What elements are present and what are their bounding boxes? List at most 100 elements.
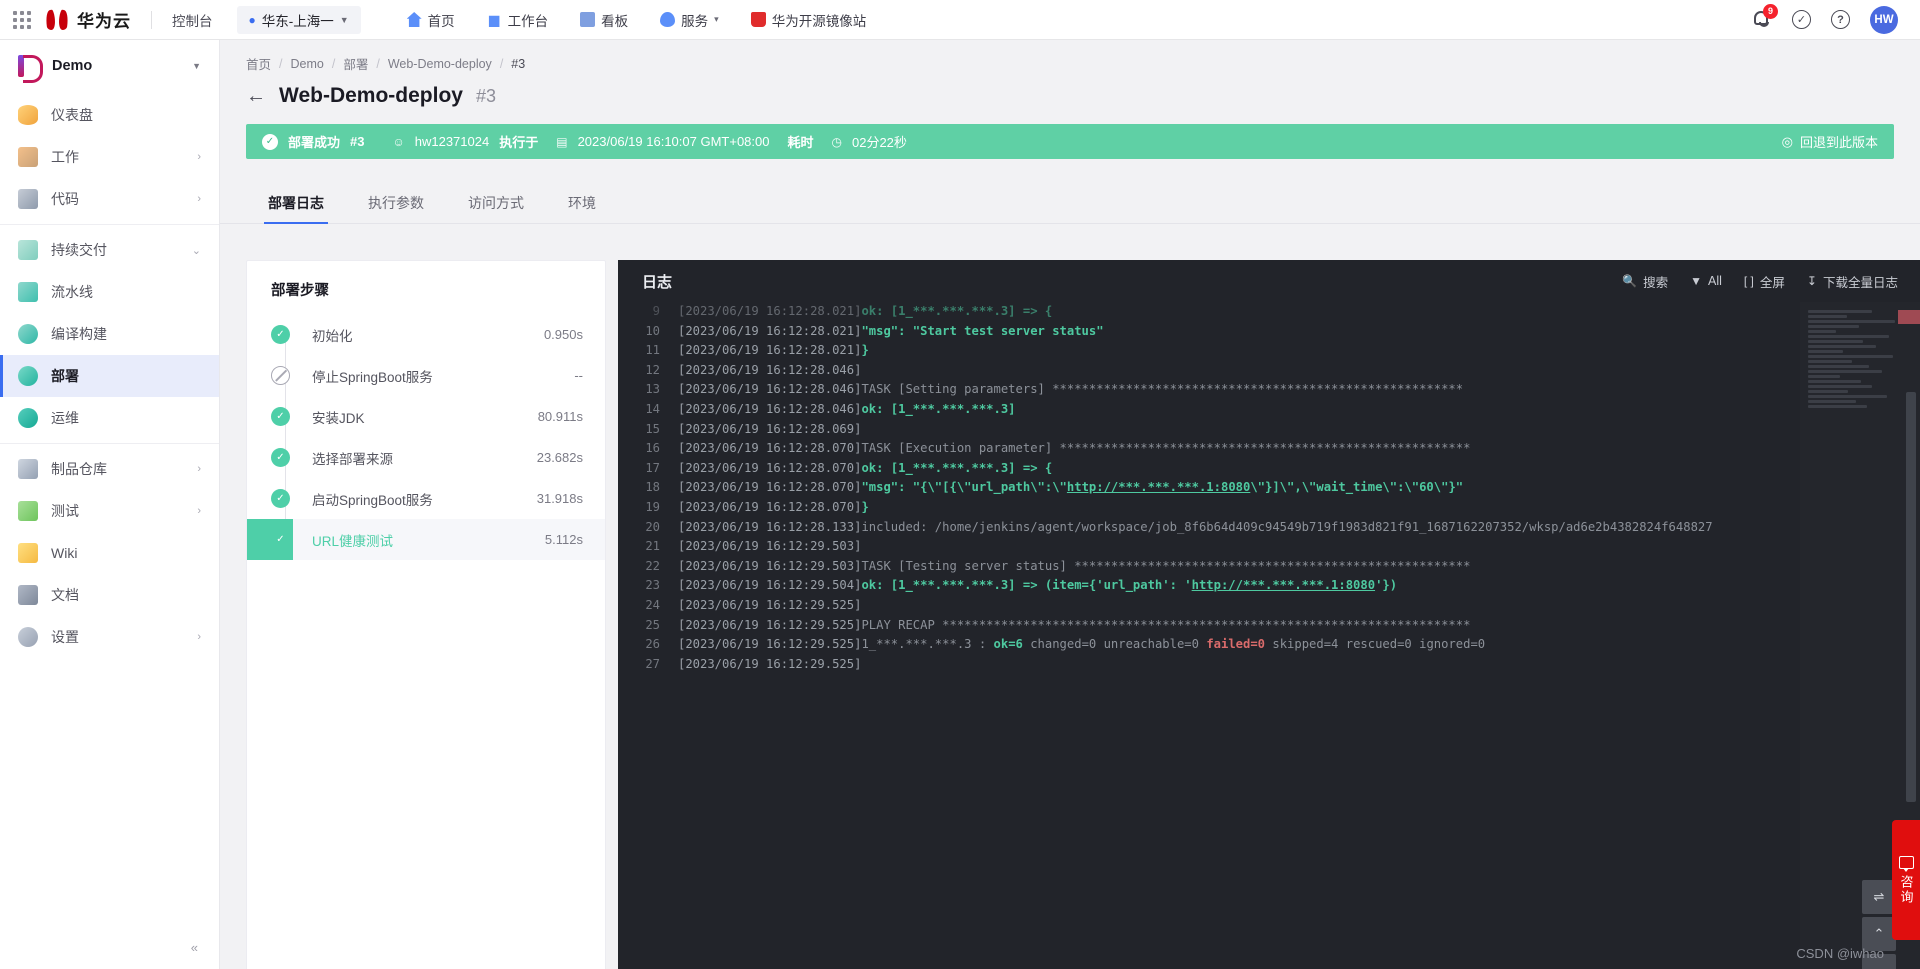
step-row[interactable]: ✓ 初始化 0.950s bbox=[247, 314, 605, 355]
nav-service[interactable]: 服务 ▾ bbox=[646, 10, 733, 30]
minimap-row bbox=[1808, 385, 1873, 388]
breadcrumb-item-task[interactable]: Web-Demo-deploy bbox=[388, 57, 492, 71]
log-text: } bbox=[861, 343, 869, 358]
notification-badge: 9 bbox=[1763, 3, 1778, 19]
nav-workbench[interactable]: 工作台 bbox=[473, 10, 563, 30]
sidebar-item-doc[interactable]: 文档 bbox=[0, 574, 219, 616]
log-timestamp: [2023/06/19 16:12:28.021] bbox=[678, 323, 862, 338]
log-line: 25 [2023/06/19 16:12:29.525] PLAY RECAP *… bbox=[618, 616, 1920, 636]
consult-button[interactable]: 咨询 bbox=[1892, 820, 1920, 940]
consult-label: 咨询 bbox=[1898, 874, 1914, 905]
sidebar-item-repository[interactable]: 制品仓库 › bbox=[0, 448, 219, 490]
back-arrow-icon[interactable]: ← bbox=[246, 86, 266, 106]
sidebar-item-wiki[interactable]: Wiki bbox=[0, 532, 219, 574]
step-row[interactable]: ✓ 安装JDK 80.911s bbox=[247, 396, 605, 437]
log-timestamp: [2023/06/19 16:12:29.525] bbox=[678, 617, 862, 632]
page-title-row: ← Web-Demo-deploy #3 bbox=[220, 73, 1920, 108]
nav-mirror-site[interactable]: 华为开源镜像站 bbox=[737, 10, 881, 30]
tab-exec-params[interactable]: 执行参数 bbox=[346, 183, 446, 223]
collapse-sidebar-button[interactable]: « bbox=[0, 940, 220, 955]
log-text: ok: [1_***.***.***.3] => (item={'url_pat… bbox=[861, 578, 1192, 593]
minimap-row bbox=[1808, 335, 1889, 338]
step-success-icon: ✓ bbox=[271, 448, 290, 467]
log-message: "msg": "{\"[{\"url_path\":\"http://***.*… bbox=[861, 478, 1463, 498]
log-message: "msg": "Start test server status" bbox=[861, 322, 1103, 342]
minimap-highlight bbox=[1898, 310, 1920, 324]
avatar[interactable]: HW bbox=[1870, 5, 1898, 34]
log-text: included: /home/jenkins/agent/workspace/… bbox=[861, 519, 1713, 534]
settings-icon bbox=[18, 627, 38, 647]
minimap-scroll-thumb[interactable] bbox=[1906, 392, 1916, 802]
test-icon bbox=[18, 501, 38, 521]
sidebar-item-ops[interactable]: 运维 bbox=[0, 397, 219, 439]
console-link[interactable]: 控制台 bbox=[158, 10, 227, 30]
log-line-number: 27 bbox=[645, 656, 660, 671]
log-timestamp: [2023/06/19 16:12:28.021] bbox=[678, 343, 862, 358]
app-grid-icon[interactable] bbox=[0, 10, 44, 29]
breadcrumb-item-project[interactable]: Demo bbox=[291, 57, 324, 71]
log-search-button[interactable]: 🔍 搜索 bbox=[1622, 272, 1668, 291]
sidebar-item-work[interactable]: 工作 › bbox=[0, 136, 219, 178]
wrap-lines-icon[interactable]: ⇌ bbox=[1862, 880, 1896, 914]
step-name: URL健康测试 bbox=[312, 533, 394, 549]
step-name: 选择部署来源 bbox=[312, 451, 393, 467]
nav-home[interactable]: 首页 bbox=[393, 10, 469, 30]
ops-icon bbox=[18, 408, 38, 428]
step-row[interactable]: ✓ 选择部署来源 23.682s bbox=[247, 437, 605, 478]
breadcrumb-item-deploy[interactable]: 部署 bbox=[343, 54, 368, 73]
nav-board[interactable]: 看板 bbox=[566, 10, 642, 30]
top-navigation-bar: 华为云 控制台 ● 华东-上海一 ▼ 首页 工作台 看板 服务 ▾ 华为开源镜像… bbox=[0, 0, 1920, 40]
deploy-steps-panel: 部署步骤 ✓ 初始化 0.950s 停止SpringBoot服务 -- ✓ 安装… bbox=[246, 260, 606, 969]
sidebar-item-deploy[interactable]: 部署 bbox=[0, 355, 219, 397]
step-row[interactable]: ✓ 启动SpringBoot服务 31.918s bbox=[247, 478, 605, 519]
log-message: ok: [1_***.***.***.3] => { bbox=[861, 459, 1052, 479]
task-check-icon[interactable]: ✓ bbox=[1792, 10, 1811, 29]
log-line: 14 [2023/06/19 16:12:28.046] ok: [1_***.*… bbox=[618, 400, 1920, 420]
huawei-cloud-logo[interactable]: 华为云 bbox=[44, 7, 145, 32]
log-url-link[interactable]: http://***.***.***.1:8080 bbox=[1192, 578, 1375, 592]
step-row-selected[interactable]: ✓ URL健康测试 5.112s bbox=[247, 519, 605, 560]
log-text: '}) bbox=[1375, 578, 1398, 593]
log-url-link[interactable]: http://***.***.***.1:8080 bbox=[1067, 480, 1250, 494]
sidebar-item-code[interactable]: 代码 › bbox=[0, 178, 219, 220]
sidebar-item-settings[interactable]: 设置 › bbox=[0, 616, 219, 658]
log-line-number: 18 bbox=[645, 480, 660, 495]
log-output[interactable]: 9 [2023/06/19 16:12:28.021] ok: [1_***.**… bbox=[618, 302, 1920, 969]
log-line: 27 [2023/06/19 16:12:29.525] bbox=[618, 655, 1920, 675]
minimap-row bbox=[1808, 340, 1864, 343]
status-duration: 02分22秒 bbox=[851, 135, 907, 150]
tab-environment[interactable]: 环境 bbox=[546, 183, 618, 223]
log-download-button[interactable]: ↧ 下载全量日志 bbox=[1807, 272, 1898, 291]
sidebar-item-label: 持续交付 bbox=[51, 242, 107, 258]
region-selector[interactable]: ● 华东-上海一 ▼ bbox=[236, 5, 361, 34]
minimap-row bbox=[1808, 355, 1893, 358]
log-line-number: 20 bbox=[645, 519, 660, 534]
dashboard-icon bbox=[18, 105, 38, 125]
log-text: TASK [Setting parameters] **************… bbox=[861, 382, 1464, 397]
tab-access-method[interactable]: 访问方式 bbox=[446, 183, 546, 223]
work-icon bbox=[18, 147, 38, 167]
breadcrumb-item-home[interactable]: 首页 bbox=[246, 54, 271, 73]
log-fullscreen-button[interactable]: [ ] 全屏 bbox=[1744, 272, 1785, 291]
log-filter-button[interactable]: ▼ All bbox=[1690, 274, 1722, 288]
sidebar-item-build[interactable]: 编译构建 bbox=[0, 313, 219, 355]
sidebar-item-label: 仪表盘 bbox=[51, 107, 93, 123]
sidebar-item-dashboard[interactable]: 仪表盘 bbox=[0, 94, 219, 136]
nav-home-label: 首页 bbox=[427, 13, 455, 29]
status-build-number: #3 bbox=[350, 134, 365, 149]
notifications-button[interactable]: 9 bbox=[1750, 3, 1778, 31]
sidebar-item-continuous-delivery[interactable]: 持续交付 ⌄ bbox=[0, 229, 219, 271]
delivery-icon bbox=[18, 240, 38, 260]
sidebar-item-label: 设置 bbox=[51, 629, 79, 645]
tab-deploy-log[interactable]: 部署日志 bbox=[246, 183, 346, 224]
status-duration-label: 耗时 bbox=[787, 135, 814, 150]
project-selector[interactable]: Demo ▼ bbox=[0, 40, 219, 92]
step-row[interactable]: 停止SpringBoot服务 -- bbox=[247, 355, 605, 396]
sidebar-item-test[interactable]: 测试 › bbox=[0, 490, 219, 532]
rollback-button[interactable]: ◎ 回退到此版本 bbox=[1782, 132, 1878, 151]
sidebar-item-pipeline[interactable]: 流水线 bbox=[0, 271, 219, 313]
log-line-number: 26 bbox=[645, 637, 660, 652]
log-line: 26 [2023/06/19 16:12:29.525] 1_***.***.**… bbox=[618, 635, 1920, 655]
help-icon[interactable]: ? bbox=[1831, 10, 1850, 29]
log-line: 19 [2023/06/19 16:12:28.070] } bbox=[618, 498, 1920, 518]
